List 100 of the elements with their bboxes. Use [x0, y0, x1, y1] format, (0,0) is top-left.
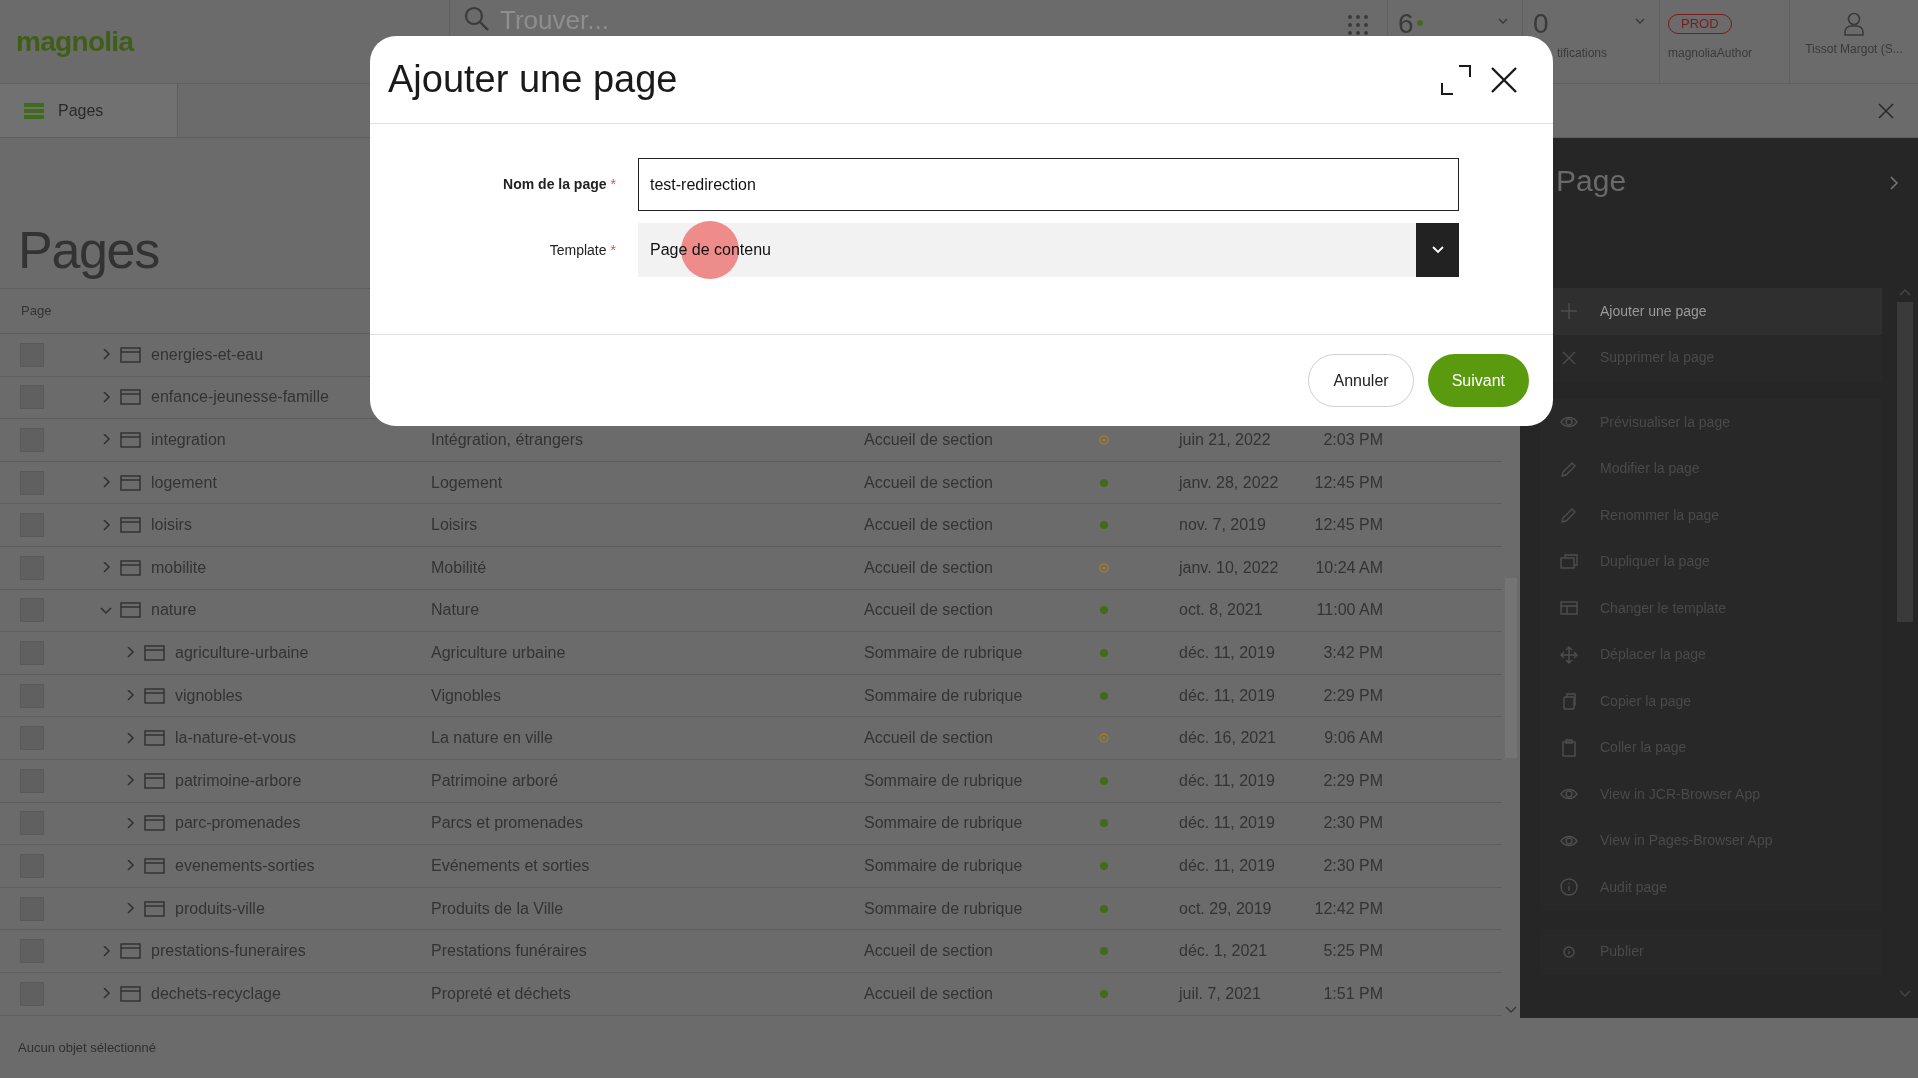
table-cell: Accueil de section [864, 729, 993, 747]
table-cell: Sommaire de rubrique [864, 643, 1023, 661]
expand-chevron-icon[interactable] [124, 732, 136, 744]
table-cell: nov. 7, 2019 [1179, 516, 1266, 534]
template-select[interactable]: Page de contenu [638, 223, 1459, 277]
table-cell: loisirs [151, 516, 192, 534]
logo[interactable]: magnolia [16, 20, 134, 63]
table-row[interactable]: parc-promenades Parcs et promenades Sommaire de rubrique déc. 11, 2019 2:30 PM [0, 802, 1502, 846]
table-cell: patrimoine-arbore [175, 771, 302, 789]
expand-chevron-icon[interactable] [1890, 176, 1898, 190]
page-icon [144, 815, 165, 832]
column-header[interactable]: Page [21, 301, 52, 321]
table-row[interactable]: mobilite Mobilité Accueil de section janv. 10, 2022 10:24 AM [0, 546, 1502, 590]
scroll-down-icon[interactable] [1505, 1006, 1517, 1014]
table-row[interactable]: evenements-sorties Evénements et sorties Sommaire de rubrique déc. 11, 2019 2:30 PM [0, 845, 1502, 888]
table-row[interactable]: la-nature-et-vous La nature en ville Accueil de section déc. 16, 2021 9:06 AM [0, 717, 1502, 760]
table-cell-text: 3:42 PM [1323, 642, 1383, 663]
expand-chevron-icon[interactable] [100, 519, 112, 531]
table-row[interactable]: dechets-recyclage Propreté et déchets Accueil de section juil. 7, 2021 1:51 PM [0, 972, 1502, 1016]
table-cell: Accueil de section [864, 601, 993, 619]
table-cell: la-nature-et-vous [175, 729, 296, 747]
page-icon [120, 432, 141, 448]
table-cell: Sommaire de rubrique [864, 899, 1023, 917]
table-cell-text: 5:25 PM [1323, 941, 1383, 962]
caret-icon [1635, 18, 1645, 24]
table-cell-text: 1:51 PM [1323, 983, 1383, 1004]
expand-chevron-icon[interactable] [100, 988, 112, 1000]
table-cell: juin 21, 2022 [1179, 431, 1271, 448]
page-icon [144, 687, 165, 704]
table-cell: déc. 11, 2019 [1179, 643, 1275, 661]
table-row[interactable]: vignobles Vignobles Sommaire de rubrique déc. 11, 2019 2:29 PM [0, 674, 1502, 718]
table-row[interactable]: prestations-funeraires Prestations funéraires Accueil de section déc. 1, 2021 5:25 PM [0, 930, 1502, 973]
table-row[interactable]: loisirs Loisirs Accueil de section nov. 7, 2019 12:45 PM [0, 504, 1502, 547]
table-cell: déc. 11, 2019 [1179, 856, 1275, 874]
expand-chevron-icon[interactable] [100, 434, 112, 446]
page-icon [120, 559, 141, 576]
table-cell: parc-promenades [175, 814, 301, 832]
table-cell: mobilite [151, 558, 207, 576]
expand-chevron-icon[interactable] [124, 775, 136, 787]
table-cell: Nature [431, 601, 480, 619]
table-cell: oct. 29, 2019 [1179, 899, 1272, 917]
app-tab[interactable]: Pages [0, 84, 178, 137]
table-cell-text: 12:45 PM [1314, 515, 1383, 536]
scroll-down-icon[interactable] [1899, 990, 1911, 998]
table-row[interactable]: agriculture-urbaine Agriculture urbaine Sommaire de rubrique déc. 11, 2019 3:42 PM [0, 632, 1502, 675]
expand-chevron-icon[interactable] [124, 903, 136, 914]
table-cell: Evénements et sorties [431, 856, 590, 874]
required-marker: * [610, 240, 616, 260]
table-cell: juil. 7, 2021 [1179, 984, 1261, 1002]
table-row[interactable]: produits-ville Produits de la Ville Sommaire de rubrique oct. 29, 2019 12:42 PM [0, 887, 1502, 931]
table-row[interactable]: logement Logement Accueil de section janv. 28, 2022 12:45 PM [0, 461, 1502, 505]
page-icon [120, 943, 141, 960]
expand-chevron-icon[interactable] [124, 817, 136, 829]
page-icon [120, 389, 141, 406]
close-icon[interactable] [1491, 66, 1517, 93]
app-grid-icon[interactable] [1347, 14, 1369, 36]
table-cell-text: 9:06 AM [1324, 728, 1383, 749]
table-cell: déc. 11, 2019 [1179, 771, 1275, 789]
table-cell-text: 10:24 AM [1315, 557, 1383, 578]
table-cell: déc. 16, 2021 [1179, 729, 1276, 747]
status-dot-icon [1416, 20, 1423, 26]
table-cell: prestations-funeraires [151, 942, 306, 960]
expand-chevron-icon[interactable] [124, 690, 136, 702]
table-cell: Accueil de section [864, 984, 993, 1002]
list-icon [24, 102, 44, 119]
table-cell-text: 2:03 PM [1323, 430, 1383, 450]
table-cell: Propreté et déchets [431, 984, 571, 1002]
table-cell: Mobilité [431, 558, 487, 576]
expand-chevron-icon[interactable] [100, 349, 112, 361]
expand-chevron-icon[interactable] [100, 562, 112, 574]
table-cell: Accueil de section [864, 558, 993, 576]
required-marker: * [610, 175, 616, 194]
page-icon [144, 730, 165, 747]
table-cell-text: 11:00 AM [1316, 600, 1383, 621]
table-cell: oct. 8, 2021 [1179, 601, 1263, 619]
pencil-icon [1560, 506, 1578, 525]
expand-chevron-icon[interactable] [100, 945, 112, 957]
table-row[interactable]: nature Nature Accueil de section oct. 8, 2021 11:00 AM [0, 589, 1502, 633]
table-cell: Sommaire de rubrique [864, 814, 1023, 832]
page-icon [120, 474, 141, 491]
expand-chevron-icon[interactable] [124, 860, 136, 872]
collapse-chevron-icon[interactable] [100, 604, 112, 616]
caret-icon [1431, 246, 1444, 254]
table-cell-text: 2:29 PM [1323, 770, 1383, 791]
page-icon [120, 985, 141, 1002]
table-cell: déc. 11, 2019 [1179, 686, 1275, 704]
expand-chevron-icon[interactable] [100, 391, 112, 403]
duplicate-icon [1560, 552, 1578, 571]
expand-chevron-icon[interactable] [100, 477, 112, 489]
next-button[interactable]: Suivant [1427, 354, 1529, 407]
table-row[interactable]: patrimoine-arbore Patrimoine arboré Sommaire de rubrique déc. 11, 2019 2:29 PM [0, 759, 1502, 803]
cancel-button[interactable]: Annuler [1308, 354, 1414, 407]
scroll-up-icon[interactable] [1899, 288, 1911, 296]
table-cell: janv. 10, 2022 [1179, 558, 1279, 576]
table-cell: integration [151, 431, 226, 448]
table-cell: Vignobles [431, 686, 501, 704]
page-name-field[interactable]: test-redirection [638, 158, 1459, 211]
expand-chevron-icon[interactable] [124, 647, 136, 659]
fullscreen-icon[interactable] [1441, 64, 1471, 95]
table-cell: energies-et-eau [151, 345, 264, 363]
